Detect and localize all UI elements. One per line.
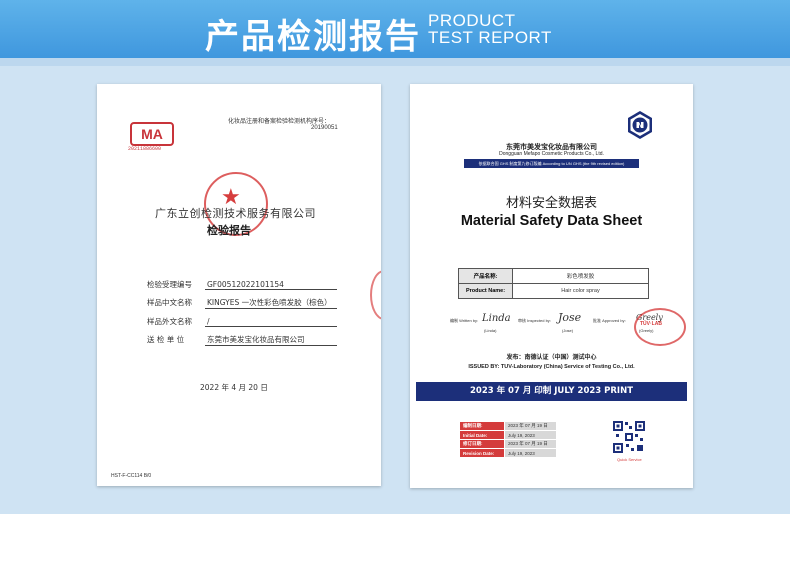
msds-title-cn: 材料安全数据表	[505, 196, 597, 211]
product-label: 产品名称:	[458, 268, 513, 284]
inspected-by-signature: Jose	[558, 311, 582, 324]
field-row: 样品中文名称 KINGYES 一次性彩色喷发胶（棕色）	[147, 297, 337, 309]
qr-label: Quick Service	[617, 457, 642, 462]
banner-title-cn: 产品检测报告	[205, 17, 421, 57]
cma-number: 20211886600	[128, 146, 162, 152]
field-label: 送 检 单 位	[147, 335, 185, 344]
print-date-bar: 2023 年 07 月 印制 JULY 2023 PRINT	[416, 382, 687, 401]
table-row: Product Name: Hair color spray	[458, 283, 649, 299]
field-row: 送 检 单 位 东莞市美发宝化妆品有限公司	[147, 334, 337, 346]
form-code: HST-F-CC114 B/0	[111, 473, 152, 479]
product-label: Product Name:	[458, 283, 513, 299]
table-row: 产品名称: 彩色喷发胶	[458, 268, 649, 284]
report-title: 检验报告	[207, 224, 251, 237]
cert-number: 20190051	[311, 125, 338, 131]
inspected-by-label: 审核 Inspected by:	[518, 318, 551, 323]
written-by-name: (Linda)	[484, 328, 497, 333]
date-label: 修订日期:	[459, 439, 505, 449]
qr-code-icon	[612, 420, 646, 454]
inspected-by-name: (Jose)	[562, 328, 574, 333]
lab-org-name: 广东立创检测技术服务有限公司	[155, 207, 316, 220]
product-table: 产品名称: 彩色喷发胶 Product Name: Hair color spr…	[458, 268, 649, 299]
date-value: 2023 年 07 月 19 日	[504, 439, 557, 449]
msds-title-en: Material Safety Data Sheet	[460, 213, 643, 229]
field-value: /	[205, 317, 337, 327]
written-by-label: 编制 Written by:	[450, 318, 479, 323]
product-value: Hair color spray	[512, 283, 649, 299]
field-label: 样品外文名称	[147, 317, 192, 326]
field-value: 东莞市美发宝化妆品有限公司	[205, 334, 337, 346]
date-label: Revision Date:	[459, 448, 505, 458]
report-date: 2022 年 4 月 20 日	[200, 383, 268, 392]
table-row: Revision Date: July 19, 2023	[459, 448, 557, 458]
field-value: GF00512022101154	[205, 280, 337, 290]
dates-table: 编制日期: 2023 年 07 月 19 日 Initial Date: Jul…	[459, 421, 557, 458]
table-row: Initial Date: July 19, 2023	[459, 430, 557, 440]
written-by-signature: Linda	[482, 313, 511, 324]
date-value: 2023 年 07 月 19 日	[504, 421, 557, 431]
page: 产品检测报告 PRODUCT TEST REPORT MA 2021188660…	[0, 0, 790, 572]
product-value: 彩色喷发胶	[512, 268, 649, 284]
msds-document: 东莞市美发宝化妆品有限公司 Dongguan Mefapo Cosmetic P…	[410, 84, 693, 488]
date-value: July 19, 2023	[504, 430, 557, 440]
date-label: 编制日期:	[459, 421, 505, 431]
issued-by: ISSUED BY: TUV-Laboratory (China) Servic…	[468, 364, 635, 370]
table-row: 编制日期: 2023 年 07 月 19 日	[459, 421, 557, 431]
date-value: July 19, 2023	[504, 448, 557, 458]
date-label: Initial Date:	[459, 430, 505, 440]
publisher-cn: 发布：南德认证（中国）测试中心	[506, 354, 597, 361]
tuv-logo-icon	[628, 111, 652, 139]
field-row: 检验受理编号 GF00512022101154	[147, 279, 337, 290]
approved-by-label: 批准 Approved by:	[593, 318, 626, 323]
tuv-stamp	[634, 308, 686, 346]
field-row: 样品外文名称 /	[147, 316, 337, 327]
ghs-edition-bar: 依据联合国 GHS 制度第九修订版编 According to UN GHS (…	[464, 159, 639, 168]
cma-logo: MA	[130, 122, 174, 146]
inspection-report-document: MA 20211886600 化妆品注册和备案检验检测机构序号： 2019005…	[97, 84, 381, 486]
table-row: 修订日期: 2023 年 07 月 19 日	[459, 439, 557, 449]
field-label: 检验受理编号	[147, 280, 192, 289]
header-banner: 产品检测报告 PRODUCT TEST REPORT	[0, 0, 790, 58]
field-value: KINGYES 一次性彩色喷发胶（棕色）	[205, 297, 337, 309]
field-label: 样品中文名称	[147, 298, 192, 307]
edge-seal	[370, 270, 381, 320]
cert-label: 化妆品注册和备案检验检测机构序号：	[228, 118, 331, 125]
company-name-en: Dongguan Mefapo Cosmetic Products Co., L…	[499, 151, 604, 157]
banner-title-en-line2: TEST REPORT	[428, 28, 552, 47]
tuv-stamp-text: TÜV·LAB	[640, 321, 662, 327]
